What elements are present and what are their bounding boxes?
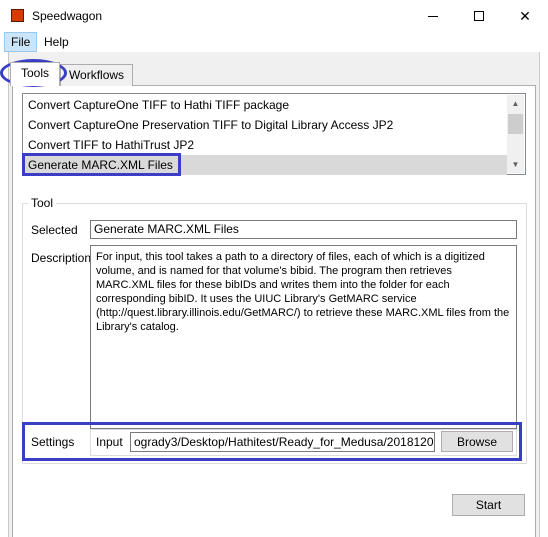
menu-help[interactable]: Help	[38, 32, 75, 52]
menu-file[interactable]: File	[4, 32, 38, 52]
minimize-button[interactable]	[410, 0, 456, 32]
selected-tool-field: Generate MARC.XML Files	[90, 220, 517, 239]
close-icon: ✕	[519, 7, 531, 24]
browse-button[interactable]: Browse	[441, 431, 513, 452]
app-icon	[11, 9, 24, 22]
tab-workflows[interactable]: Workflows	[60, 64, 133, 86]
maximize-icon	[474, 11, 484, 21]
minimize-icon	[428, 15, 438, 17]
window-title: Speedwagon	[32, 9, 103, 23]
tool-group-title: Tool	[28, 196, 57, 210]
tools-list[interactable]: Convert CaptureOne TIFF to Hathi TIFF pa…	[22, 93, 526, 175]
scroll-thumb[interactable]	[508, 114, 523, 134]
tab-tools[interactable]: Tools	[10, 62, 60, 86]
menu-bar: File Help	[0, 32, 548, 52]
description-text: For input, this tool takes a path to a d…	[90, 245, 517, 429]
list-item[interactable]: Convert TIFF to HathiTrust JP2	[24, 135, 507, 155]
maximize-button[interactable]	[456, 0, 502, 32]
description-label: Description	[31, 251, 92, 265]
list-scrollbar[interactable]: ▲ ▼	[507, 95, 524, 173]
settings-label: Settings	[31, 435, 75, 449]
list-item-selected[interactable]: Generate MARC.XML Files	[24, 155, 507, 175]
selected-label: Selected	[31, 223, 78, 237]
input-label: Input	[96, 435, 123, 449]
start-button[interactable]: Start	[452, 494, 525, 516]
list-item[interactable]: Convert CaptureOne TIFF to Hathi TIFF pa…	[24, 95, 507, 115]
title-bar: Speedwagon ✕	[0, 0, 548, 32]
close-button[interactable]: ✕	[502, 0, 548, 32]
scroll-up-icon[interactable]: ▲	[507, 95, 524, 112]
list-item[interactable]: Convert CaptureOne Preservation TIFF to …	[24, 115, 507, 135]
input-path-field[interactable]: ogrady3/Desktop/Hathitest/Ready_for_Medu…	[130, 432, 435, 452]
scroll-down-icon[interactable]: ▼	[507, 156, 524, 173]
